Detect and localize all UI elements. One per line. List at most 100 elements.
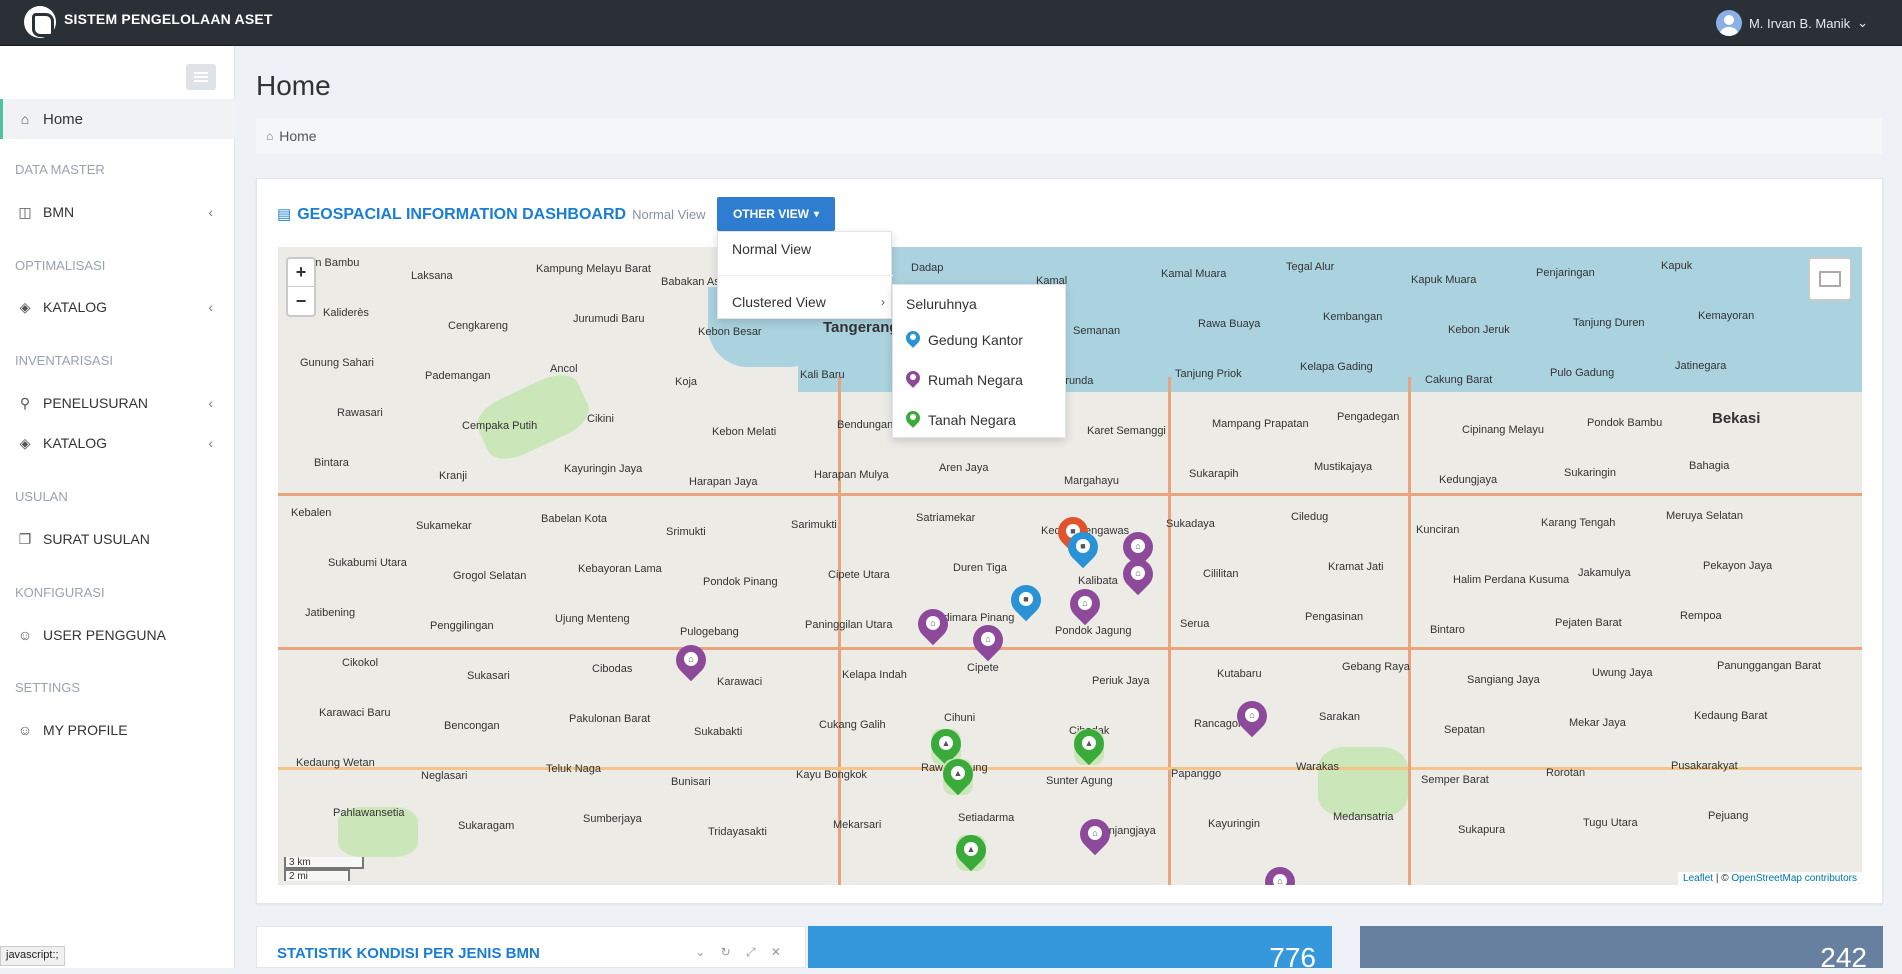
map-place-label: Uwung Jaya [1592, 667, 1653, 679]
map-marker-rumah[interactable]: ⌂ [911, 602, 955, 646]
map-place-label: Kebon Besar [698, 326, 762, 338]
osm-link[interactable]: OpenStreetMap contributors [1731, 873, 1857, 884]
sidebar-item-bmn[interactable]: ◫ BMN ‹ [0, 194, 235, 230]
map-place-label: Tugu Utara [1583, 817, 1638, 829]
map-marker-rumah[interactable]: ⌂ [1258, 860, 1302, 885]
park-area [1318, 747, 1408, 817]
map-place-label: Cihuni [944, 712, 976, 724]
map-place-label: Pahlawansetia [333, 807, 405, 819]
chevron-left-icon: ‹ [208, 395, 213, 411]
map-place-label: Sumberjaya [583, 813, 642, 825]
layers-icon [1819, 271, 1841, 287]
submenu-seluruhnya[interactable]: Seluruhnya [893, 287, 1067, 321]
road [278, 647, 1862, 650]
map-place-label: Cipete Utara [828, 569, 890, 581]
map-marker-rumah[interactable]: ⌂ [1073, 812, 1117, 856]
layers-control-button[interactable] [1808, 257, 1852, 301]
chevron-right-icon: › [881, 295, 885, 309]
section-usulan: USULAN [15, 489, 68, 504]
map-place-label: Kalibata [1078, 575, 1118, 587]
map-place-label: Sukarapih [1189, 468, 1239, 480]
stat-number: 242 [1820, 942, 1867, 973]
normal-view-option[interactable]: Normal View [718, 232, 893, 266]
zoom-in-button[interactable]: + [288, 259, 314, 287]
sidebar-item-my-profile[interactable]: ☺ MY PROFILE [0, 712, 235, 748]
map-place-label: Pengasinan [1305, 611, 1364, 623]
sidebar-item-penelusuran[interactable]: ⚲ PENELUSURAN ‹ [0, 385, 235, 421]
sidebar-item-label: MY PROFILE [43, 722, 128, 738]
sidebar-item-katalog[interactable]: ◈ KATALOG ‹ [0, 289, 235, 325]
map-place-label: Kebon Jeruk [1448, 324, 1510, 336]
map-place-label: Bintara [314, 457, 349, 469]
tanah-marker-icon [906, 411, 920, 429]
map-place-label: Jatibening [305, 607, 356, 619]
map-place-label: Pondok Jagung [1055, 625, 1132, 637]
map-place-label: Tegal Alur [1286, 261, 1335, 273]
leaflet-link[interactable]: Leaflet [1683, 873, 1713, 884]
map-marker-rumah[interactable]: ⌂ [1116, 552, 1160, 596]
map-place-label: Pondok Bambu [1587, 417, 1663, 429]
submenu-label: Gedung Kantor [928, 332, 1023, 348]
submenu-tanah-negara[interactable]: Tanah Negara [893, 403, 1067, 437]
chevron-left-icon: ‹ [208, 299, 213, 315]
map-place-label: Koja [675, 376, 698, 388]
zoom-out-button[interactable]: − [288, 287, 314, 315]
app-logo[interactable]: SISTEM PENGELOLAAN ASET [24, 6, 273, 38]
map-place-label: Satriamekar [916, 512, 976, 524]
map-place-label: Mekarsari [833, 819, 882, 831]
user-menu[interactable]: M. Irvan B. Manik ⌄ [1715, 10, 1868, 36]
section-inventarisasi: INVENTARISASI [15, 353, 114, 368]
map-place-label: Kebon Melati [712, 426, 777, 438]
submenu-gedung-kantor[interactable]: Gedung Kantor [893, 323, 1067, 357]
user-icon: ☺ [17, 722, 33, 738]
logo-subtitle [64, 28, 273, 34]
map-place-label: Aren Jaya [939, 462, 989, 474]
other-view-button[interactable]: OTHER VIEW ▾ [717, 197, 835, 231]
map-marker-rumah[interactable]: ⌂ [669, 638, 713, 682]
map-marker-tanah[interactable]: ▲ [936, 752, 980, 796]
stat-card-blue: 776 [808, 926, 1332, 973]
section-settings: SETTINGS [15, 680, 81, 695]
map-place-label: Kebalen [291, 507, 332, 519]
map-place-label: Sarakan [1319, 711, 1360, 723]
map-place-label: Kedungjaya [1439, 474, 1498, 486]
map-place-label: Rawasari [337, 407, 383, 419]
map-place-label: Srimukti [666, 526, 706, 538]
clustered-view-option[interactable]: Clustered View › [718, 285, 893, 319]
map-place-label: Pulo Gadung [1550, 367, 1615, 379]
map-place-label: Teluk Naga [546, 763, 602, 775]
breadcrumb-home-link[interactable]: Home [279, 128, 316, 144]
submenu-rumah-negara[interactable]: Rumah Negara [893, 363, 1067, 397]
map-place-label: Warakas [1296, 761, 1339, 773]
dashboard-title: GEOSPACIAL INFORMATION DASHBOARD [297, 206, 627, 223]
map-place-label: Kebayoran Lama [578, 563, 662, 575]
submenu-label: Tanah Negara [928, 412, 1016, 428]
portlet-tools[interactable]: ⌄ ↻ ⤢ ✕ [695, 945, 787, 960]
clipboard-icon: ◫ [18, 204, 32, 220]
leaflet-map[interactable]: Buaran Bambu Laksana Kampung Melayu Barat B… [278, 247, 1862, 885]
sidebar-item-katalog-2[interactable]: ◈ KATALOG ‹ [0, 425, 235, 461]
map-place-label: Sukapura [1458, 824, 1506, 836]
stat-card-grey: 242 [1360, 926, 1883, 973]
sidebar-item-label: BMN [43, 204, 75, 220]
app-title: SISTEM PENGELOLAAN ASET [64, 10, 273, 27]
map-place-label: Rawa Buaya [1198, 318, 1261, 330]
sidebar-item-home[interactable]: ⌂ Home [0, 99, 235, 139]
map-marker-gedung[interactable]: ■ [1004, 578, 1048, 622]
sidebar-item-surat-usulan[interactable]: ❐ SURAT USULAN [0, 521, 235, 557]
map-place-label: Kayuringin [1208, 818, 1260, 830]
map-place-label: Sangiang Jaya [1467, 674, 1540, 686]
map-marker-gedung[interactable]: ■ [1061, 525, 1105, 569]
map-marker-tanah[interactable]: ▲ [1067, 722, 1111, 766]
map-marker-rumah[interactable]: ⌂ [1063, 582, 1107, 626]
map-place-label: Cikokol [342, 657, 379, 669]
map-place-label: Tanjung Duren [1573, 317, 1645, 329]
portlet-title: ▤ GEOSPACIAL INFORMATION DASHBOARD Norma… [277, 205, 706, 224]
attribution-separator: | © [1713, 873, 1732, 884]
dropdown-divider [718, 275, 893, 276]
map-marker-rumah[interactable]: ⌂ [966, 618, 1010, 662]
map-marker-tanah[interactable]: ▲ [949, 828, 993, 872]
map-marker-rumah[interactable]: ⌂ [1230, 694, 1274, 738]
sidebar-toggle-button[interactable] [186, 64, 216, 90]
sidebar-item-user-pengguna[interactable]: ☺ USER PENGGUNA [0, 617, 235, 653]
